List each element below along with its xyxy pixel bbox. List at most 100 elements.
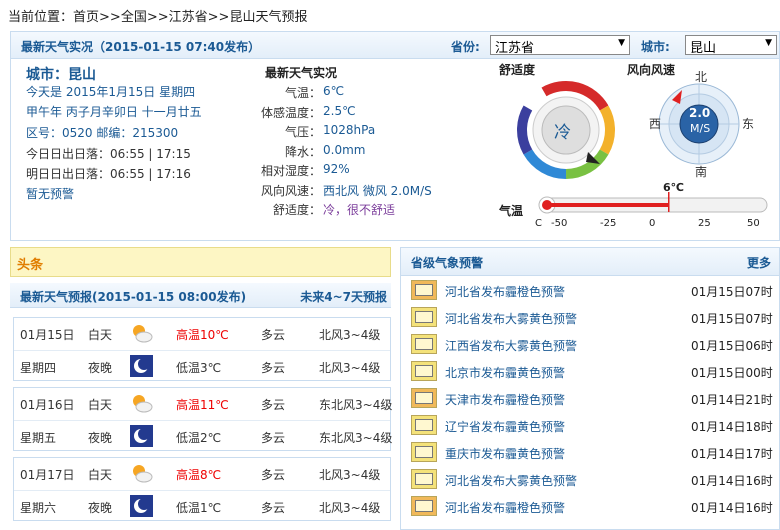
- forecast-wind: 北风3~4级: [319, 361, 381, 375]
- obs-label: 降水：: [284, 144, 321, 159]
- breadcrumb-label: 当前位置：: [8, 10, 74, 25]
- forecast-period: 夜晚: [88, 501, 113, 515]
- moon-icon: [130, 355, 153, 377]
- partly-cloudy-icon: [130, 322, 153, 344]
- moon-icon: [130, 495, 153, 517]
- forecast-row-night: 星期五 夜晚 低温2℃ 多云 东北风3~4级: [14, 420, 393, 451]
- warning-item[interactable]: 重庆市发布霾黄色预警 01月14日17时: [411, 440, 773, 466]
- forecast-temp: 低温1℃: [176, 501, 222, 515]
- lunar-date: 甲午年 丙子月辛卯日 十一月廿五: [26, 105, 202, 119]
- no-warning-link[interactable]: 暂无预警: [26, 185, 74, 202]
- temp-unit: C: [535, 218, 542, 229]
- partly-cloudy-icon: [130, 462, 153, 484]
- breadcrumb-province[interactable]: 江苏省: [169, 10, 208, 25]
- warning-time: 01月15日06时: [691, 339, 773, 353]
- warning-item[interactable]: 辽宁省发布霾黄色预警 01月14日18时: [411, 413, 773, 439]
- partly-cloudy-icon: [130, 392, 153, 414]
- city-value: 昆山: [690, 41, 717, 56]
- forecast-weather: 多云: [261, 501, 286, 515]
- comfort-text: 冷: [554, 123, 571, 143]
- forecast-weather: 多云: [261, 361, 286, 375]
- forecast-temp: 低温3℃: [176, 361, 222, 375]
- warning-text[interactable]: 河北省发布大雾黄色预警: [445, 310, 577, 327]
- city-label: 城市:: [641, 40, 670, 54]
- forecast-day: 01月15日 白天 高温10℃ 多云 北风3~4级星期四 夜晚 低温3℃ 多云 北风3~4级: [13, 317, 391, 381]
- warning-item[interactable]: 河北省发布霾橙色预警 01月15日07时: [411, 278, 773, 304]
- forecast-title: 最新天气预报(2015-01-15 08:00发布): [20, 290, 247, 304]
- warning-sign-icon: [411, 415, 437, 435]
- warning-item[interactable]: 北京市发布霾黄色预警 01月15日00时: [411, 359, 773, 385]
- chevron-down-icon: ▼: [618, 38, 625, 48]
- province-value: 江苏省: [495, 41, 535, 56]
- warning-text[interactable]: 辽宁省发布霾黄色预警: [445, 418, 565, 435]
- warning-time: 01月14日21时: [691, 393, 773, 407]
- breadcrumb-national[interactable]: 全国: [121, 10, 147, 25]
- forecast-weekday: 星期四: [20, 361, 57, 375]
- forecast-wind: 北风3~4级: [319, 328, 381, 342]
- forecast-more-link[interactable]: 未来4~7天预报: [300, 288, 387, 305]
- warning-item[interactable]: 河北省发布大雾黄色预警 01月15日07时: [411, 305, 773, 331]
- forecast-period: 夜晚: [88, 361, 113, 375]
- chevron-down-icon: ▼: [765, 38, 772, 48]
- warning-item[interactable]: 河北省发布大雾黄色预警 01月14日16时: [411, 467, 773, 493]
- forecast-header: 最新天气预报(2015-01-15 08:00发布) 未来4~7天预报: [10, 283, 391, 308]
- warning-item[interactable]: 河北省发布霾橙色预警 01月14日16时: [411, 494, 773, 520]
- realtime-header: 最新天气实况（2015-01-15 07:40发布） 省份: 江苏省 ▼ 城市:…: [11, 32, 779, 59]
- forecast-temp: 高温8℃: [176, 468, 222, 482]
- warnings-header: 省级气象预警 更多: [401, 248, 779, 276]
- sun-tomorrow: 明日日出日落：06:55 | 17:16: [26, 167, 191, 181]
- warnings-title: 省级气象预警: [411, 256, 484, 270]
- city-select[interactable]: 昆山 ▼: [685, 35, 777, 56]
- province-select[interactable]: 江苏省 ▼: [490, 35, 630, 56]
- warnings-more-link[interactable]: 更多: [747, 254, 771, 271]
- warning-sign-icon: [411, 496, 437, 516]
- forecast-wind: 北风3~4级: [319, 468, 381, 482]
- forecast-day: 01月16日 白天 高温11℃ 多云 东北风3~4级 星期五 夜晚 低温2℃ 多云 东北风3~4级: [13, 387, 393, 451]
- wind-unit: M/S: [690, 122, 711, 135]
- warning-sign-icon: [411, 280, 437, 300]
- forecast-row-night: 星期四 夜晚 低温3℃ 多云 北风3~4级: [14, 350, 390, 381]
- warning-text[interactable]: 江西省发布大雾黄色预警: [445, 337, 577, 354]
- warnings-panel: 省级气象预警 更多 河北省发布霾橙色预警 01月15日07时 河北省发布大雾黄色预警…: [400, 247, 780, 530]
- warning-text[interactable]: 天津市发布霾橙色预警: [445, 391, 565, 408]
- warning-item[interactable]: 天津市发布霾橙色预警 01月14日21时: [411, 386, 773, 412]
- wind-speed: 2.0: [689, 106, 711, 120]
- obs-value: 92%: [323, 162, 350, 176]
- obs-label: 舒适度：: [272, 203, 321, 217]
- obs-title: 最新天气实况: [265, 66, 338, 80]
- warning-text[interactable]: 河北省发布霾橙色预警: [445, 499, 565, 516]
- warning-item[interactable]: 江西省发布大雾黄色预警 01月15日06时: [411, 332, 773, 358]
- breadcrumb-home[interactable]: 首页: [73, 10, 99, 25]
- warning-text[interactable]: 河北省发布霾橙色预警: [445, 283, 565, 300]
- forecast-temp: 高温11℃: [176, 398, 229, 412]
- forecast-weather: 多云: [261, 398, 286, 412]
- forecast-row-day: 01月15日 白天 高温10℃ 多云 北风3~4级: [14, 318, 390, 349]
- temp-tick-label: 0: [649, 218, 656, 229]
- warning-time: 01月14日16时: [691, 474, 773, 488]
- compass-south: 南: [695, 165, 708, 179]
- forecast-weekday: 星期五: [20, 431, 57, 445]
- obs-value: 6℃: [323, 84, 345, 98]
- warning-text[interactable]: 河北省发布大雾黄色预警: [445, 472, 577, 489]
- today-date: 今天是 2015年1月15日 星期四: [26, 85, 196, 99]
- moon-icon: [130, 425, 153, 447]
- compass-west: 西: [649, 117, 662, 131]
- city-name: 城市：昆山: [26, 67, 96, 83]
- warning-text[interactable]: 北京市发布霾黄色预警: [445, 364, 565, 381]
- breadcrumb-sep: >>: [207, 10, 230, 25]
- province-label: 省份:: [451, 40, 480, 54]
- warning-time: 01月14日16时: [691, 501, 773, 515]
- warning-text[interactable]: 重庆市发布霾黄色预警: [445, 445, 565, 462]
- forecast-period: 白天: [88, 398, 113, 412]
- temp-tick-label: 50: [747, 218, 760, 229]
- temp-title: 气温: [499, 204, 524, 218]
- obs-label: 气压：: [284, 125, 321, 139]
- obs-label: 体感温度：: [260, 105, 321, 120]
- warning-time: 01月14日17时: [691, 447, 773, 461]
- forecast-row-day: 01月16日 白天 高温11℃ 多云 东北风3~4级: [14, 388, 392, 419]
- breadcrumb-current: 昆山天气预报: [229, 10, 308, 25]
- forecast-row-day: 01月17日 白天 高温8℃ 多云 北风3~4级: [14, 458, 390, 489]
- forecast-wind: 东北风3~4级: [319, 431, 393, 445]
- forecast-temp: 低温2℃: [176, 431, 222, 445]
- forecast-period: 白天: [88, 328, 113, 342]
